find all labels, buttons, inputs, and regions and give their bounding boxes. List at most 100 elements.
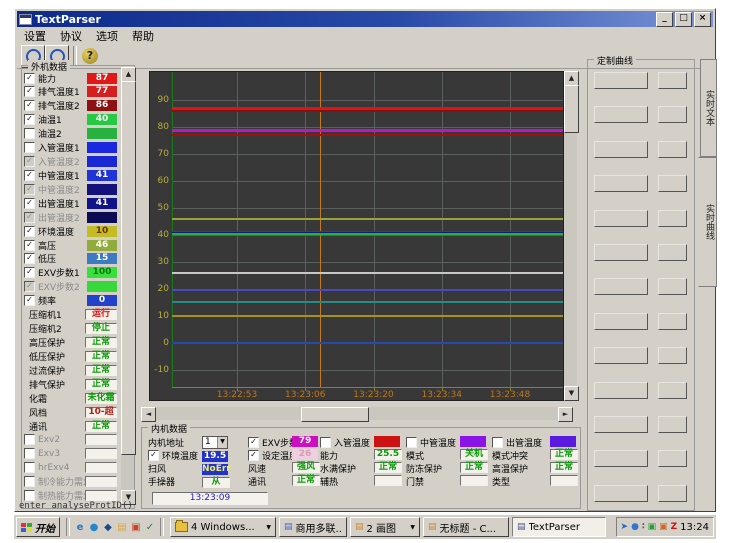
scrollbar-thumb[interactable]: [121, 81, 136, 455]
title-bar[interactable]: TextParser _ □ ×: [17, 11, 713, 27]
custom-curve-select[interactable]: [594, 210, 648, 227]
custom-curve-value[interactable]: [658, 450, 687, 467]
custom-curve-select[interactable]: [594, 347, 648, 364]
menu-item-帮助[interactable]: 帮助: [125, 27, 161, 45]
quicklaunch-msn-icon[interactable]: ◆: [101, 522, 115, 533]
checkbox[interactable]: ✓: [24, 212, 35, 223]
tab-realtime-curve[interactable]: 实时曲线: [698, 157, 717, 287]
close-button[interactable]: ×: [694, 12, 711, 27]
scrollbar-thumb[interactable]: [564, 85, 579, 133]
outdoor-data-panel: 外机数据 ✓能力87✓排气温度177✓排气温度286✓油温140油温2入管温度1…: [21, 65, 135, 509]
menu-item-设置[interactable]: 设置: [17, 27, 53, 45]
checkbox[interactable]: ✓: [24, 226, 35, 237]
taskbar-button[interactable]: ▤无标题 - C...: [423, 517, 509, 537]
checkbox[interactable]: ✓: [24, 295, 35, 306]
checkbox[interactable]: [24, 462, 35, 473]
scroll-up-icon[interactable]: ▲: [121, 67, 136, 82]
quicklaunch-app-red-icon[interactable]: ▣: [129, 522, 143, 533]
quicklaunch-ie-icon[interactable]: e: [73, 522, 87, 533]
checkbox[interactable]: ✓: [24, 281, 35, 292]
checkbox[interactable]: ✓: [24, 184, 35, 195]
custom-curve-select[interactable]: [594, 278, 648, 295]
checkbox[interactable]: [24, 128, 35, 139]
taskbar-button[interactable]: ▤TextParser: [512, 517, 606, 537]
custom-curve-value[interactable]: [658, 175, 687, 192]
tray-green-icon[interactable]: ▣: [648, 522, 657, 532]
checkbox[interactable]: ✓: [24, 156, 35, 167]
taskbar-button[interactable]: 4 Windows...▼: [170, 517, 276, 537]
custom-curve-select[interactable]: [594, 416, 648, 433]
tray-msn-icon[interactable]: ●: [631, 522, 639, 532]
checkbox[interactable]: [320, 437, 331, 448]
custom-curve-value[interactable]: [658, 244, 687, 261]
custom-curve-select[interactable]: [594, 485, 648, 502]
checkbox[interactable]: [24, 434, 35, 445]
realtime-curve-plot[interactable]: 9080706050403020100-1013:22:5313:23:0613…: [149, 71, 564, 401]
scroll-left-icon[interactable]: ◄: [141, 407, 156, 422]
custom-curve-select[interactable]: [594, 244, 648, 261]
scroll-right-icon[interactable]: ►: [558, 407, 573, 422]
start-button[interactable]: 开始: [16, 517, 60, 537]
menu-item-选项[interactable]: 选项: [89, 27, 125, 45]
checkbox[interactable]: ✓: [24, 267, 35, 278]
chart-hscrollbar[interactable]: ◄ ►: [141, 407, 573, 420]
custom-curve-value[interactable]: [658, 106, 687, 123]
custom-curve-select[interactable]: [594, 141, 648, 158]
checkbox[interactable]: [24, 448, 35, 459]
quicklaunch-media-icon[interactable]: ●: [87, 522, 101, 533]
custom-curve-value[interactable]: [658, 382, 687, 399]
checkbox[interactable]: [24, 142, 35, 153]
tray-arrow-icon[interactable]: ➤: [621, 522, 629, 532]
value-badge: [87, 142, 117, 153]
checkbox[interactable]: ✓: [24, 240, 35, 251]
scroll-up-icon[interactable]: ▲: [564, 71, 579, 86]
menu-item-协议[interactable]: 协议: [53, 27, 89, 45]
indoor-address-dropdown[interactable]: 1▼: [202, 436, 228, 449]
custom-curve-select[interactable]: [594, 313, 648, 330]
checkbox[interactable]: [492, 437, 503, 448]
scrollbar-thumb[interactable]: [301, 407, 369, 422]
custom-curve-value[interactable]: [658, 416, 687, 433]
taskbar-button[interactable]: ▤2 画图▼: [350, 517, 420, 537]
chart-panel: 9080706050403020100-1013:22:5313:23:0613…: [136, 63, 583, 426]
checkbox[interactable]: ✓: [248, 450, 259, 461]
custom-curve-value[interactable]: [658, 347, 687, 364]
tab-realtime-text[interactable]: 实时文本: [700, 59, 717, 157]
checkbox[interactable]: [24, 490, 35, 501]
sidebar-scrollbar[interactable]: ▲ ▼: [121, 67, 134, 505]
custom-curve-select[interactable]: [594, 382, 648, 399]
tray-thunder-icon[interactable]: Z: [671, 522, 678, 532]
maximize-button[interactable]: □: [675, 12, 692, 27]
tray-dots-icon[interactable]: ∶: [642, 522, 645, 532]
minimize-button[interactable]: _: [656, 12, 673, 27]
custom-curve-select[interactable]: [594, 175, 648, 192]
checkbox[interactable]: ✓: [148, 450, 159, 461]
taskbar-button[interactable]: ▤商用多联...: [279, 517, 347, 537]
quicklaunch-ok-icon[interactable]: ✓: [143, 522, 157, 533]
chart-vscrollbar[interactable]: ▲ ▼: [564, 71, 577, 401]
custom-curve-select[interactable]: [594, 72, 648, 89]
checkbox[interactable]: ✓: [24, 86, 35, 97]
custom-curve-value[interactable]: [658, 313, 687, 330]
checkbox[interactable]: ✓: [24, 73, 35, 84]
checkbox[interactable]: [406, 437, 417, 448]
checkbox[interactable]: ✓: [24, 114, 35, 125]
checkbox[interactable]: [24, 476, 35, 487]
checkbox[interactable]: ✓: [24, 170, 35, 181]
custom-curve-value[interactable]: [658, 72, 687, 89]
quicklaunch-mail-icon[interactable]: ▤: [115, 522, 129, 533]
checkbox[interactable]: ✓: [24, 198, 35, 209]
custom-curve-select[interactable]: [594, 450, 648, 467]
checkbox[interactable]: ✓: [248, 437, 259, 448]
tray-av-icon[interactable]: ▣: [659, 522, 668, 532]
checkbox[interactable]: ✓: [24, 253, 35, 264]
custom-curve-value[interactable]: [658, 485, 687, 502]
chevron-down-icon[interactable]: ▼: [217, 437, 227, 448]
custom-curve-value[interactable]: [658, 210, 687, 227]
custom-curve-value[interactable]: [658, 141, 687, 158]
custom-curve-value[interactable]: [658, 278, 687, 295]
scroll-down-icon[interactable]: ▼: [564, 386, 579, 401]
help-button[interactable]: ?: [79, 45, 101, 66]
custom-curve-select[interactable]: [594, 106, 648, 123]
checkbox[interactable]: ✓: [24, 100, 35, 111]
